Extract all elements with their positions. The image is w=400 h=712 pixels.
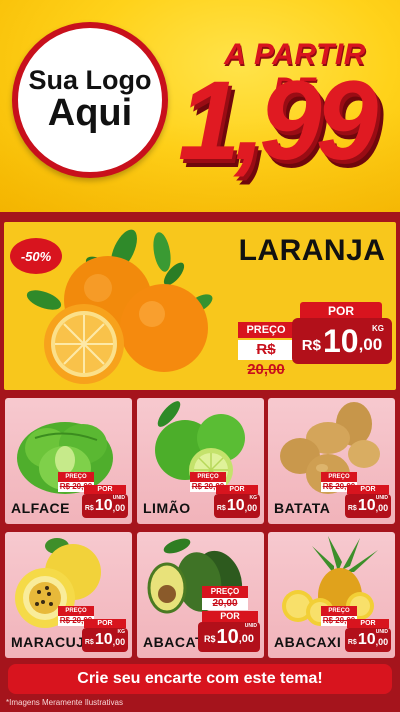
featured-preco-label: PREÇO: [238, 322, 294, 338]
price-decimal: ,00: [375, 503, 389, 513]
preco-label: PREÇO: [190, 472, 226, 482]
preco-label: PREÇO: [321, 606, 357, 616]
currency: R$: [301, 336, 321, 354]
preco-label: PREÇO: [321, 472, 357, 482]
price-integer: 10: [216, 625, 239, 648]
price-tag: R$ 10 ,00 KG: [82, 628, 128, 652]
logo-placeholder: Sua Logo Aqui: [12, 22, 168, 178]
headline-price: 1,99: [178, 58, 378, 183]
price-unit: KG: [372, 324, 384, 333]
currency: R$: [347, 504, 357, 512]
price-integer: 10: [94, 631, 113, 648]
featured-price-tag: R$ 10 ,00 KG: [292, 318, 392, 364]
product-name: BATATA: [274, 500, 331, 516]
product-name: LIMÃO: [143, 500, 191, 516]
discount-badge: -50%: [10, 238, 62, 274]
por-label: POR: [84, 619, 126, 628]
old-price: 20,00: [202, 598, 248, 610]
currency: R$: [84, 638, 94, 646]
featured-old-price: R$ 20,00: [238, 340, 294, 378]
price-tag: R$ 10 ,00 UNID: [345, 494, 391, 518]
disclaimer-text: *Imagens Meramente Ilustrativas: [6, 698, 123, 707]
price-integer: 10: [357, 497, 376, 514]
logo-line-2: Aqui: [47, 92, 133, 135]
product-card-maracuja: MARACUJÁ PREÇO R$ 20,00 POR R$ 10 ,00 KG: [5, 532, 132, 658]
price-integer: 10: [322, 322, 359, 359]
price-unit: UNID: [375, 629, 388, 635]
price-unit: UNID: [244, 623, 257, 629]
featured-product-name: LARANJA: [238, 234, 386, 267]
price-tag: R$ 10 ,00 UNID: [345, 628, 391, 652]
preco-label: PREÇO: [202, 586, 248, 598]
currency: R$: [84, 504, 94, 512]
product-card-abacate: ABACATE PREÇO 20,00 POR R$ 10 ,00 UNID: [137, 532, 264, 658]
price-unit: KG: [117, 629, 126, 635]
price-decimal: ,00: [244, 503, 258, 513]
price-decimal: ,00: [238, 633, 255, 645]
price-decimal: ,00: [358, 335, 383, 354]
preco-label: PREÇO: [58, 472, 94, 482]
price-integer: 10: [357, 631, 376, 648]
price-decimal: ,00: [112, 503, 126, 513]
price-integer: 10: [226, 497, 245, 514]
currency: R$: [203, 634, 216, 644]
price-tag: R$ 10 ,00 UNID: [198, 622, 260, 652]
product-card-batata: BATATA PREÇO R$ 20,00 POR R$ 10 ,00 UNID: [268, 398, 395, 524]
por-label: POR: [216, 485, 258, 494]
price-unit: UNID: [112, 495, 125, 501]
price-decimal: ,00: [375, 637, 389, 647]
price-decimal: ,00: [112, 637, 126, 647]
product-card-abacaxi: ABACAXI PREÇO R$ 20,00 POR R$ 10 ,00 UNI…: [268, 532, 395, 658]
create-flyer-button[interactable]: Crie seu encarte com este tema!: [8, 664, 392, 694]
por-label: POR: [347, 485, 389, 494]
logo-line-1: Sua Logo: [28, 64, 152, 95]
price-unit: KG: [249, 495, 258, 501]
price-integer: 10: [94, 497, 113, 514]
preco-label: PREÇO: [58, 606, 94, 616]
product-card-limao: LIMÃO PREÇO R$ 20,00 POR R$ 10 ,00 KG: [137, 398, 264, 524]
por-label: POR: [84, 485, 126, 494]
price-tag: R$ 10 ,00 KG: [214, 494, 260, 518]
product-name: ALFACE: [11, 500, 70, 516]
por-label: POR: [202, 611, 258, 622]
product-name: ABACAXI: [274, 634, 342, 650]
price-unit: UNID: [375, 495, 388, 501]
por-label: POR: [347, 619, 389, 628]
price-tag: R$ 10 ,00 UNID: [82, 494, 128, 518]
currency: R$: [347, 638, 357, 646]
product-card-alface: ALFACE PREÇO R$ 20,00 POR R$ 10 ,00 UNID: [5, 398, 132, 524]
currency: R$: [216, 504, 226, 512]
